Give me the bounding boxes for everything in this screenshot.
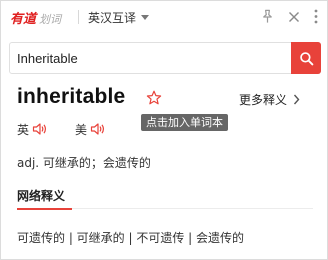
- speaker-icon[interactable]: [32, 122, 48, 136]
- dictionary-popup: 有道 划词 英汉互译 Inheritable inheritable 更多释义 …: [0, 0, 328, 260]
- speaker-icon[interactable]: [90, 122, 106, 136]
- titlebar-divider: [78, 10, 79, 24]
- add-to-wordbook-tooltip: 点击加入单词本: [141, 114, 228, 131]
- brand-sub-text: 划词: [39, 13, 62, 26]
- chevron-right-icon: [293, 90, 300, 109]
- translation-mode-label: 英汉互译: [88, 10, 137, 25]
- search-icon: [299, 51, 313, 65]
- translation-mode-select[interactable]: 英汉互译: [88, 7, 150, 27]
- more-definitions-link[interactable]: 更多释义: [239, 91, 300, 107]
- search-input[interactable]: [10, 43, 286, 73]
- chevron-down-icon: [141, 14, 150, 20]
- search-box: [9, 42, 321, 74]
- brand-main-text: 有道: [10, 12, 37, 27]
- definition-text: adj. 可继承的；会遗传的: [17, 156, 151, 170]
- active-tab-underline: [17, 208, 72, 210]
- headword: inheritable: [17, 85, 126, 108]
- search-button[interactable]: [291, 42, 321, 74]
- more-options-icon[interactable]: [307, 8, 324, 25]
- uk-label: 英: [17, 122, 30, 137]
- pronunciation-us: 美: [75, 121, 106, 137]
- web-definitions-tab[interactable]: 网络释义: [17, 187, 65, 204]
- star-icon[interactable]: [146, 90, 162, 106]
- youdao-logo: 有道 划词: [10, 8, 62, 27]
- close-icon[interactable]: [285, 8, 302, 25]
- more-definitions-label: 更多释义: [239, 92, 288, 107]
- web-definitions-text: 可遗传的 | 可继承的 | 不可遗传 | 会遗传的: [17, 231, 245, 245]
- pronunciation-uk: 英: [17, 121, 48, 137]
- pin-icon[interactable]: [259, 8, 276, 25]
- us-label: 美: [75, 122, 88, 137]
- title-bar: 有道 划词 英汉互译: [1, 1, 327, 33]
